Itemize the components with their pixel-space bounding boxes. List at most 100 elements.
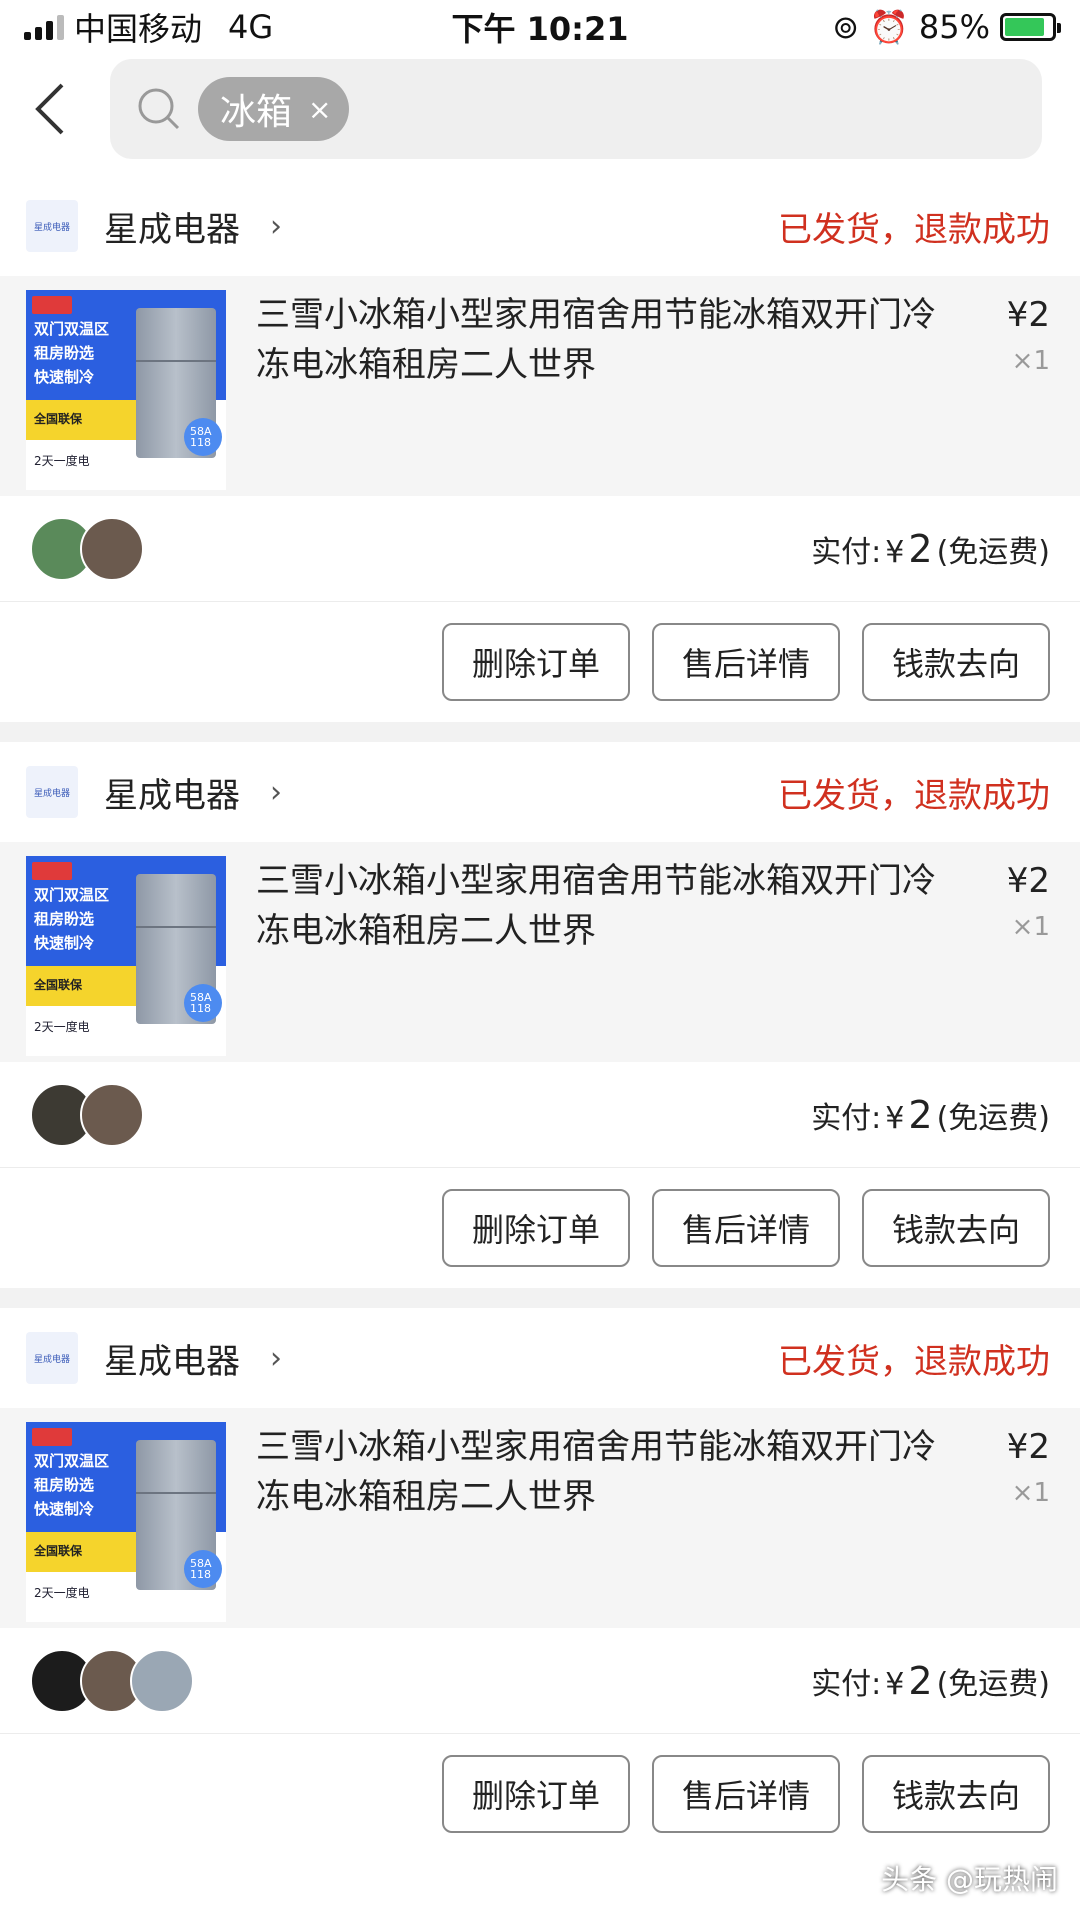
paid-currency: ¥ (885, 1666, 905, 1702)
avatar-group (30, 1648, 194, 1713)
shop-name: 星成电器 (104, 209, 240, 250)
search-input[interactable]: 冰箱 × (110, 59, 1042, 159)
signal-icon (24, 14, 64, 40)
product-title: 三雪小冰箱小型家用宿舍用节能冰箱双开门冷冻电冰箱租房二人世界 (256, 861, 936, 951)
action-row: 删除订单 售后详情 钱款去向 (0, 1734, 1080, 1854)
product-image: 双门双温区 租房盼选 快速制冷 全国联保 2天一度电 58A 118 (26, 856, 226, 1056)
after-sales-button[interactable]: 售后详情 (652, 1189, 840, 1267)
shipping-note: (免运费) (936, 1100, 1050, 1136)
avatar (80, 1082, 144, 1147)
product-image-text: 快速制冷 (34, 934, 95, 952)
paid-currency: ¥ (885, 1100, 905, 1136)
shop-link[interactable]: 星成电器 星成电器 › (26, 1332, 282, 1384)
product-title: 三雪小冰箱小型家用宿舍用节能冰箱双开门冷冻电冰箱租房二人世界 (256, 295, 936, 385)
product-image-text: 双门双温区 (34, 886, 110, 904)
shop-link[interactable]: 星成电器 星成电器 › (26, 766, 282, 818)
search-icon (138, 88, 180, 130)
paid-amount: 实付: ¥ 2 (免运费) (811, 1659, 1050, 1703)
close-icon[interactable]: × (308, 93, 331, 126)
product-image-text: 快速制冷 (34, 1500, 95, 1518)
product-image-text: 58A 118 (190, 1557, 212, 1581)
action-row: 删除订单 售后详情 钱款去向 (0, 1168, 1080, 1288)
product-image-text: 租房盼选 (34, 1476, 95, 1494)
battery-percent: 85% (918, 8, 990, 46)
shipping-note: (免运费) (936, 1666, 1050, 1702)
product-price: ¥2 (1006, 861, 1050, 901)
shop-logo: 星成电器 (26, 1332, 78, 1384)
battery-icon (1000, 13, 1061, 41)
status-right: ⊚ ⏰ 85% (832, 8, 1061, 46)
order-list: 星成电器 星成电器 › 已发货，退款成功 双门双温区 租房盼选 快速制冷 全国联… (0, 176, 1080, 1854)
product-image-text: 2天一度电 (34, 1586, 90, 1600)
paid-amount: 实付: ¥ 2 (免运费) (811, 527, 1050, 571)
chevron-right-icon: › (270, 774, 282, 810)
product-image-text: 全国联保 (34, 978, 83, 992)
network-label: 4G (228, 8, 274, 46)
product-price-block: ¥2 ×1 (1007, 1422, 1050, 1628)
chevron-left-icon (35, 83, 64, 135)
order-status: 已发货，退款成功 (778, 775, 1050, 816)
product-image: 双门双温区 租房盼选 快速制冷 全国联保 2天一度电 58A 118 (26, 1422, 226, 1622)
money-flow-button[interactable]: 钱款去向 (862, 1189, 1050, 1267)
product-quantity: ×1 (1011, 1478, 1050, 1508)
product-price: ¥2 (1006, 295, 1050, 335)
shop-name: 星成电器 (104, 775, 240, 816)
product-image-text: 2天一度电 (34, 1020, 90, 1034)
product-image-brand (32, 1428, 72, 1446)
shop-row: 星成电器 星成电器 › 已发货，退款成功 (0, 742, 1080, 842)
shop-logo: 星成电器 (26, 766, 78, 818)
carrier-label: 中国移动 (74, 10, 203, 48)
product-row[interactable]: 双门双温区 租房盼选 快速制冷 全国联保 2天一度电 58A 118 三雪小冰箱… (0, 842, 1080, 1062)
product-price-block: ¥2 ×1 (1007, 856, 1050, 1062)
money-flow-button[interactable]: 钱款去向 (862, 623, 1050, 701)
product-image: 双门双温区 租房盼选 快速制冷 全国联保 2天一度电 58A 118 (26, 290, 226, 490)
paid-amount: 实付: ¥ 2 (免运费) (811, 1093, 1050, 1137)
money-flow-button[interactable]: 钱款去向 (862, 1755, 1050, 1833)
product-image-text: 双门双温区 (34, 1452, 110, 1470)
product-image-text: 58A 118 (190, 991, 212, 1015)
shop-logo: 星成电器 (26, 200, 78, 252)
product-price: ¥2 (1006, 1427, 1050, 1467)
shop-row: 星成电器 星成电器 › 已发货，退款成功 (0, 176, 1080, 276)
battery-level (1005, 18, 1045, 36)
product-quantity: ×1 (1011, 346, 1050, 376)
delete-order-button[interactable]: 删除订单 (442, 1755, 630, 1833)
shop-row: 星成电器 星成电器 › 已发货，退款成功 (0, 1308, 1080, 1408)
order-card: 星成电器 星成电器 › 已发货，退款成功 双门双温区 租房盼选 快速制冷 全国联… (0, 742, 1080, 1288)
paid-value: 2 (908, 1092, 933, 1137)
action-row: 删除订单 售后详情 钱款去向 (0, 602, 1080, 722)
product-image-text: 租房盼选 (34, 344, 95, 362)
order-separator (0, 722, 1080, 742)
chevron-right-icon: › (270, 1340, 282, 1376)
watermark: 头条 @玩热闹 (881, 1863, 1058, 1896)
product-row[interactable]: 双门双温区 租房盼选 快速制冷 全国联保 2天一度电 58A 118 三雪小冰箱… (0, 276, 1080, 496)
product-image-text: 58A 118 (190, 425, 212, 449)
product-image-text: 全国联保 (34, 412, 83, 426)
after-sales-button[interactable]: 售后详情 (652, 623, 840, 701)
product-row[interactable]: 双门双温区 租房盼选 快速制冷 全国联保 2天一度电 58A 118 三雪小冰箱… (0, 1408, 1080, 1628)
chevron-right-icon: › (270, 208, 282, 244)
order-card: 星成电器 星成电器 › 已发货，退款成功 双门双温区 租房盼选 快速制冷 全国联… (0, 1308, 1080, 1854)
product-image-text: 双门双温区 (34, 320, 110, 338)
back-button[interactable] (0, 59, 100, 159)
product-price-block: ¥2 ×1 (1007, 290, 1050, 496)
after-sales-button[interactable]: 售后详情 (652, 1755, 840, 1833)
shop-link[interactable]: 星成电器 星成电器 › (26, 200, 282, 252)
avatar-group (30, 516, 144, 581)
paid-currency: ¥ (885, 534, 905, 570)
paid-label: 实付: (811, 1666, 882, 1702)
payment-row: 实付: ¥ 2 (免运费) (0, 1628, 1080, 1734)
product-image-brand (32, 296, 72, 314)
alarm-icon: ⏰ (869, 8, 909, 46)
avatar (80, 516, 144, 581)
payment-row: 实付: ¥ 2 (免运费) (0, 1062, 1080, 1168)
search-chip[interactable]: 冰箱 × (198, 77, 350, 141)
paid-label: 实付: (811, 534, 882, 570)
delete-order-button[interactable]: 删除订单 (442, 1189, 630, 1267)
shipping-note: (免运费) (936, 534, 1050, 570)
product-image-text: 2天一度电 (34, 454, 90, 468)
product-quantity: ×1 (1011, 912, 1050, 942)
avatar-group (30, 1082, 144, 1147)
order-separator (0, 1288, 1080, 1308)
delete-order-button[interactable]: 删除订单 (442, 623, 630, 701)
